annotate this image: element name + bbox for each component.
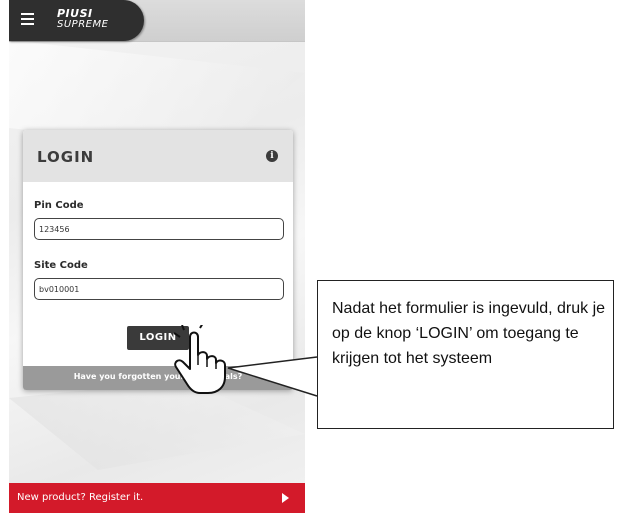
brand-line-1: PIUSI (57, 7, 93, 20)
register-label: New product? Register it. (17, 492, 144, 503)
phone-screen: PIUSI SUPREME LOGIN i Pin Code 123456 Si… (9, 0, 305, 513)
top-bar: PIUSI SUPREME (9, 0, 305, 42)
arrow-right-icon[interactable] (282, 493, 289, 503)
pin-code-label: Pin Code (34, 200, 84, 211)
callout-text: Nadat het formulier is ingevuld, druk je… (332, 300, 606, 367)
brand-logo: PIUSI SUPREME (57, 8, 108, 30)
brand-bar: PIUSI SUPREME (9, 0, 144, 41)
login-title: LOGIN (37, 148, 95, 166)
login-card-header: LOGIN i (23, 130, 293, 182)
pin-code-input[interactable]: 123456 (34, 218, 284, 240)
menu-icon[interactable] (21, 13, 34, 25)
instruction-callout: Nadat het formulier is ingevuld, druk je… (317, 280, 614, 429)
register-bar[interactable]: New product? Register it. (9, 483, 305, 513)
site-code-input[interactable]: bv010001 (34, 278, 284, 300)
hand-pointer-icon (173, 325, 226, 394)
site-code-label: Site Code (34, 260, 88, 271)
brand-line-2: SUPREME (57, 19, 109, 30)
background-shape (9, 380, 305, 470)
info-icon[interactable]: i (266, 150, 278, 162)
